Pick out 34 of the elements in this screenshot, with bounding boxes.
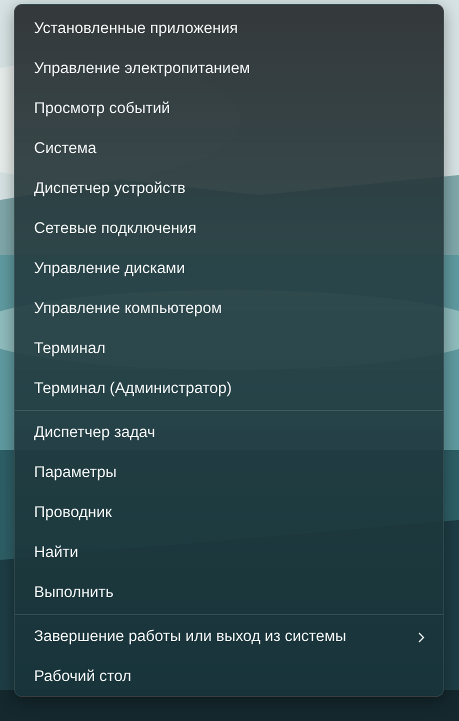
menu-item[interactable]: Параметры [19,453,439,493]
menu-item[interactable]: Система [19,129,439,169]
menu-item[interactable]: Диспетчер устройств [19,169,439,209]
menu-item[interactable]: Управление компьютером [19,289,439,329]
menu-item[interactable]: Рабочий стол [19,657,439,697]
menu-item-label: Управление электропитанием [34,60,252,78]
menu-item[interactable]: Терминал [19,329,439,369]
menu-item-label: Просмотр событий [34,100,172,118]
menu-item-label: Рабочий стол [34,668,132,686]
menu-item[interactable]: Проводник [19,493,439,533]
menu-item[interactable]: Управление дисками [19,249,439,289]
menu-item-label: Система [34,140,98,158]
menu-item-label: Диспетчер устройств [34,180,187,198]
menu-item-label: Параметры [34,464,118,482]
menu-item-label: Терминал (Администратор) [34,380,233,398]
menu-item[interactable]: Терминал (Администратор) [19,369,439,409]
menu-item-label: Завершение работы или выход из системы [34,628,348,646]
menu-item[interactable]: Завершение работы или выход из системы [19,617,439,657]
menu-item-label: Терминал [34,340,106,358]
menu-item[interactable]: Сетевые подключения [19,209,439,249]
menu-item-label: Сетевые подключения [34,220,198,238]
menu-item-label: Управление компьютером [34,300,223,318]
menu-item-label: Выполнить [34,584,115,602]
menu-item-label: Управление дисками [34,260,186,278]
menu-item[interactable]: Выполнить [19,573,439,613]
menu-item-label: Найти [34,544,80,562]
menu-item-label: Проводник [34,504,113,522]
menu-item[interactable]: Управление электропитанием [19,49,439,89]
menu-item[interactable]: Просмотр событий [19,89,439,129]
menu-item-label: Установленные приложения [34,20,239,38]
menu-item-label: Диспетчер задач [34,424,156,442]
menu-item[interactable]: Найти [19,533,439,573]
menu-item[interactable]: Диспетчер задач [19,413,439,453]
menu-item[interactable]: Установленные приложения [19,9,439,49]
